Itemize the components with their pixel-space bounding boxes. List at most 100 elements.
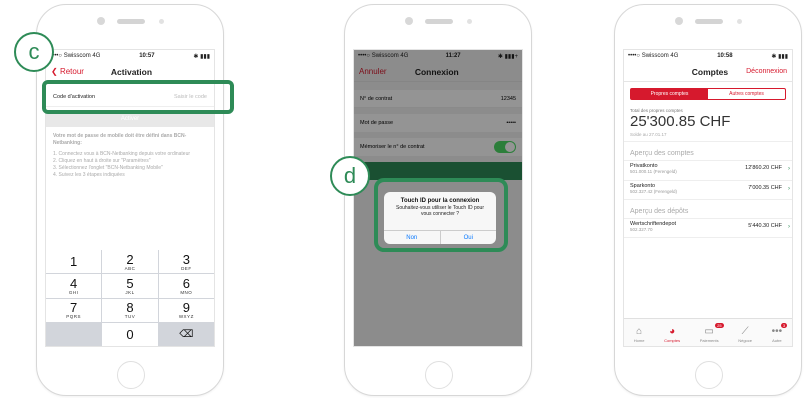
chevron-left-icon: ❮ [51, 67, 60, 76]
key-2[interactable]: 2 ABC [102, 250, 158, 274]
key-letters: ABC [124, 265, 136, 271]
home-icon: ⌂ [636, 326, 643, 337]
phone-activation: ••••○ Swisscom 4G 10:57 ✱ ▮▮▮ ❮ Retour A… [36, 4, 224, 396]
key-letters: PQRS [66, 314, 82, 320]
page-title: Activation [110, 66, 153, 77]
tab-label: Home [633, 338, 645, 343]
home-button[interactable] [117, 361, 145, 389]
key-digit: 8 [126, 300, 134, 316]
instruction-step: 2. Cliquez en haut à droite sur "Paramèt… [53, 158, 151, 164]
key-digit: 2 [126, 251, 134, 267]
home-button[interactable] [425, 361, 453, 389]
carrier-label: ••••○ Swisscom 4G [50, 53, 101, 59]
instruction-step: 3. Sélectionnez l'onglet "BCN-Netbanking… [53, 165, 163, 171]
numeric-keypad: 1 2 ABC 3 DEF 4 GHI 5 JKL 6 MNO 7 PQRS 8 TUV 9W… [46, 250, 214, 346]
notification-badge: 25 [715, 323, 724, 328]
speaker-grille [425, 19, 453, 24]
tab-autre[interactable]: ••• 3 Autre [771, 323, 788, 343]
nav-bar: Comptes Déconnexion [624, 62, 792, 82]
camera-icon [675, 17, 683, 25]
key-digit: 9 [182, 300, 190, 316]
instruction-step: 1. Connectez vous à BCN-Netbanking depui… [53, 151, 191, 157]
speaker-grille [695, 19, 723, 24]
speaker-grille [117, 19, 145, 24]
camera-icon [97, 17, 105, 25]
key-letters: WXYZ [178, 314, 194, 320]
key-letters: DEF [181, 265, 192, 271]
battery-status: ✱ ▮▮▮ [193, 53, 210, 60]
key-3[interactable]: 3 DEF [158, 250, 214, 274]
phone-comptes: ••••○ Swisscom 4G 10:58 ✱ ▮▮▮ Comptes Dé… [614, 4, 802, 396]
back-button[interactable]: ❮ Retour [51, 67, 84, 76]
tab-label: Négoce [738, 338, 753, 343]
notification-badge: 3 [780, 323, 788, 328]
segment-control: Propres comptes Autres comptes [630, 88, 786, 100]
clock: 10:57 [139, 53, 155, 59]
more-icon: ••• [771, 326, 783, 337]
instruction-step: 4. Suivez les 3 étapes indiquées [53, 172, 125, 178]
account-row[interactable]: Privatkonto 501.000.11 (Ferengeld) 12'86… [624, 160, 792, 180]
deposit-amount: 5'440.30 CHF [748, 223, 782, 229]
deposit-row[interactable]: Wertschriftendepot 502.327.70 5'440.30 C… [624, 218, 792, 238]
sensor-dot [159, 19, 164, 24]
key-empty [46, 322, 102, 346]
key-digit: 3 [182, 251, 190, 267]
pie-chart-icon: ◕ [669, 326, 676, 337]
chevron-right-icon: › [788, 224, 790, 230]
key-8[interactable]: 8 TUV [102, 298, 158, 322]
sensor-dot [467, 19, 472, 24]
key-digit: 4 [70, 275, 78, 291]
key-6[interactable]: 6 MNO [158, 274, 214, 298]
segment-other[interactable]: Autres comptes [708, 89, 785, 99]
key-letters: MNO [180, 289, 193, 295]
screen-comptes: ••••○ Swisscom 4G 10:58 ✱ ▮▮▮ Comptes Dé… [623, 49, 793, 347]
key-4[interactable]: 4 GHI [46, 274, 102, 298]
chevron-right-icon: › [788, 166, 790, 172]
highlight-activation-field [42, 80, 234, 114]
sensor-dot [737, 19, 742, 24]
tab-label: Autre [772, 338, 782, 343]
tab-label: Paiements [699, 338, 719, 343]
battery-status: ✱ ▮▮▮ [771, 53, 788, 60]
tab-home[interactable]: ⌂ Home [634, 326, 645, 343]
chevron-right-icon: › [788, 186, 790, 192]
key-letters: JKL [125, 289, 135, 295]
key-digit: 0 [126, 326, 134, 342]
card-icon: ▭ [704, 326, 714, 337]
backspace-icon: ⌫ [179, 328, 194, 340]
tab-bar: ⌂ Home ◕ Comptes ▭ 25 Paiements ⟋ Négoce ••• 3… [624, 318, 792, 346]
trend-icon: ⟋ [741, 326, 749, 337]
key-1[interactable]: 1 [46, 250, 102, 274]
deposits-heading: Aperçu des dépôts [630, 208, 689, 215]
step-badge-c: c [14, 32, 54, 72]
delete-key[interactable]: ⌫ [158, 322, 214, 346]
tab-paiements[interactable]: ▭ 25 Paiements [699, 323, 724, 343]
tab-negoce[interactable]: ⟋ Négoce [738, 326, 752, 343]
balance-date: Solde au 27.01.17 [630, 132, 667, 137]
camera-icon [405, 17, 413, 25]
home-button[interactable] [695, 361, 723, 389]
key-5[interactable]: 5 JKL [102, 274, 158, 298]
key-9[interactable]: 9 WXYZ [158, 298, 214, 322]
key-digit: 6 [182, 275, 190, 291]
status-bar: ••••○ Swisscom 4G 10:58 ✱ ▮▮▮ [624, 50, 792, 62]
segment-own[interactable]: Propres comptes [631, 89, 708, 99]
account-row[interactable]: Sparkonto 502.327.42 (Ferengeld) 7'000.3… [624, 180, 792, 200]
key-digit: 5 [126, 275, 134, 291]
carrier-label: ••••○ Swisscom 4G [628, 53, 679, 59]
key-7[interactable]: 7 PQRS [46, 298, 102, 322]
key-digit: 1 [70, 254, 78, 270]
instructions: Votre mot de passe de mobile doit être d… [46, 127, 214, 185]
nav-bar: ❮ Retour Activation [46, 62, 214, 82]
tab-comptes[interactable]: ◕ Comptes [664, 326, 680, 343]
total-section: Total des propres comptes 25'300.85 CHF … [624, 100, 792, 142]
key-letters: GHI [68, 289, 79, 295]
accounts-heading: Aperçu des comptes [630, 150, 694, 157]
status-bar: ••••○ Swisscom 4G 10:57 ✱ ▮▮▮ [46, 50, 214, 62]
total-amount: 25'300.85 CHF [630, 113, 731, 130]
account-amount: 12'860.20 CHF [745, 165, 782, 171]
key-0[interactable]: 0 [102, 322, 158, 346]
key-digit: 7 [70, 300, 78, 316]
logout-button[interactable]: Déconnexion [746, 68, 787, 75]
clock: 10:58 [717, 53, 733, 59]
